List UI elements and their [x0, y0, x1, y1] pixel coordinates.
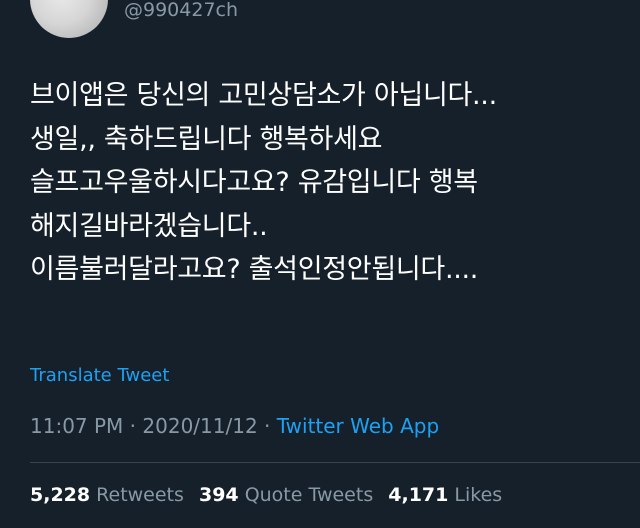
likes-label: Likes [454, 484, 503, 506]
avatar[interactable] [30, 0, 108, 38]
retweets-stat[interactable]: 5,228 Retweets [30, 482, 184, 508]
tweet-meta: 11:07 PM · 2020/11/12 · Twitter Web App [30, 412, 439, 440]
user-handle[interactable]: @990427ch [124, 0, 238, 21]
tweet-text-line: 브이앱은 당신의 고민상담소가 아닙니다... [30, 80, 497, 111]
quote-tweets-label: Quote Tweets [244, 484, 374, 506]
tweet-text-line: 이름불러달라고요? 출석인정안됩니다.... [30, 254, 479, 285]
meta-separator: · [129, 414, 137, 438]
divider [30, 462, 640, 463]
retweets-count: 5,228 [30, 484, 91, 506]
meta-separator: · [264, 414, 271, 438]
quote-tweets-count: 394 [198, 484, 239, 506]
tweet-text-line: 해지길바라겠습니다.. [30, 210, 268, 242]
likes-count: 4,171 [388, 484, 449, 506]
source-app-link[interactable]: Twitter Web App [277, 414, 439, 438]
tweet-text-line: 슬프고우울하시다고요? 유감입니다 행복 [30, 167, 478, 198]
tweet-time[interactable]: 11:07 PM [30, 414, 123, 438]
tweet-detail: @990427ch 브이앱은 당신의 고민상담소가 아닙니다... 생일,, 축… [0, 0, 640, 528]
retweets-label: Retweets [96, 484, 184, 506]
tweet-date[interactable]: 2020/11/12 [142, 414, 257, 438]
tweet-stats: 5,228 Retweets 394 Quote Tweets 4,171 Li… [30, 482, 511, 508]
likes-stat[interactable]: 4,171 Likes [388, 482, 502, 508]
translate-tweet-link[interactable]: Translate Tweet [30, 364, 169, 388]
tweet-text: 브이앱은 당신의 고민상담소가 아닙니다... 생일,, 축하드립니다 행복하세… [30, 74, 630, 292]
tweet-text-line: 생일,, 축하드립니다 행복하세요 [30, 123, 383, 155]
quote-tweets-stat[interactable]: 394 Quote Tweets [199, 482, 373, 508]
